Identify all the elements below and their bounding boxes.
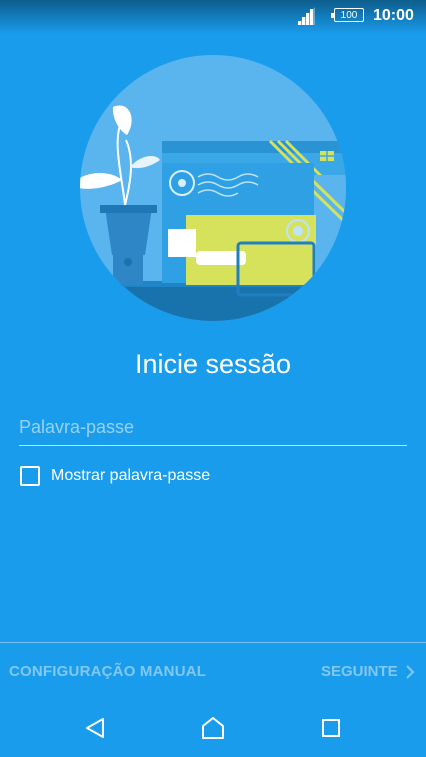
manual-setup-button[interactable]: CONFIGURAÇÃO MANUAL [9,663,206,680]
chevron-right-icon [405,664,415,679]
show-password-toggle[interactable]: Mostrar palavra-passe [20,465,210,487]
navigation-bar [0,700,426,757]
back-icon[interactable] [85,717,105,739]
page-title: Inicie sessão [134,349,292,379]
recents-icon[interactable] [322,719,340,737]
home-icon[interactable] [201,716,225,740]
mail-illustration [80,55,346,321]
show-password-checkbox[interactable] [20,466,40,486]
status-clock: 10:00 [373,7,414,24]
battery-icon: 100 [331,8,364,22]
password-field[interactable] [19,410,407,446]
footer-divider [0,642,426,643]
status-bar: 100 10:00 [0,0,426,34]
battery-level: 100 [340,10,358,21]
next-button-label: SEGUINTE [321,663,398,680]
show-password-label: Mostrar palavra-passe [51,467,211,484]
next-button[interactable]: SEGUINTE [321,663,415,680]
signal-icon [297,7,315,25]
